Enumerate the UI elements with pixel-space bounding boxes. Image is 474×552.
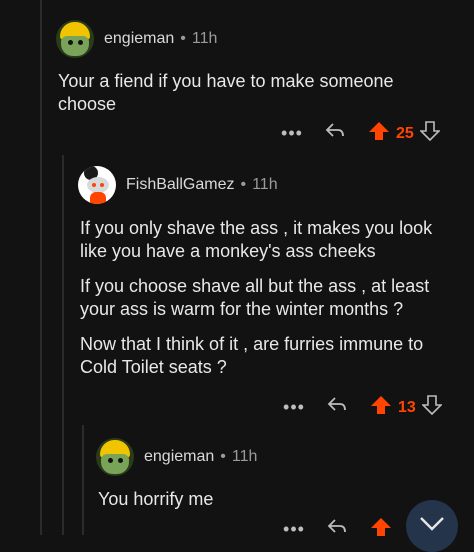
thread-line-level-2[interactable] [62,155,64,535]
thread-line-level-3[interactable] [82,425,84,535]
chevron-down-icon [419,516,445,537]
comment-header: FishBallGamez • 11h [78,166,278,204]
separator-dot: • [180,30,186,47]
downvote-icon[interactable] [420,394,443,421]
vote-score: 25 [396,124,414,142]
reply-icon[interactable] [326,517,348,542]
timestamp: 11h [231,448,258,465]
comment-header: engieman • 11h [56,20,217,58]
comment-body: If you only shave the ass , it makes you… [80,217,460,391]
comment-paragraph: If you only shave the ass , it makes you… [80,218,433,261]
comment-paragraph: Your a fiend if you have to make someone… [58,71,394,114]
more-options-button[interactable]: ••• [280,123,304,144]
comment-header: engieman • 11h [96,438,257,476]
comment-paragraph: You horrify me [98,489,214,509]
comment-actions: ••• 25 [280,120,441,147]
collapse-thread-button[interactable] [406,500,458,552]
avatar[interactable] [56,20,94,58]
separator-dot: • [220,448,226,465]
comment-paragraph: If you choose shave all but the ass , at… [80,276,430,319]
comment-actions: ••• [282,516,392,543]
upvote-icon[interactable] [370,516,392,543]
reply-icon[interactable] [326,395,348,420]
upvote-icon[interactable] [370,394,392,421]
avatar[interactable] [78,166,116,204]
separator-dot: • [240,176,247,193]
avatar[interactable] [96,438,134,476]
author-name[interactable]: FishBallGamez [126,176,234,194]
more-options-button[interactable]: ••• [282,519,306,540]
reply-icon[interactable] [324,121,346,146]
upvote-icon[interactable] [368,120,390,147]
more-options-button[interactable]: ••• [282,397,306,418]
timestamp: 11h [252,176,278,193]
downvote-icon[interactable] [418,120,441,147]
author-name[interactable]: engieman [104,30,174,48]
author-name[interactable]: engieman [144,448,214,466]
comment-paragraph: Now that I think of it , are furries imm… [80,334,424,377]
thread-line-level-1[interactable] [40,0,42,535]
comment-actions: ••• 13 [282,394,443,421]
vote-score: 13 [398,398,416,416]
timestamp: 11h [191,30,218,47]
